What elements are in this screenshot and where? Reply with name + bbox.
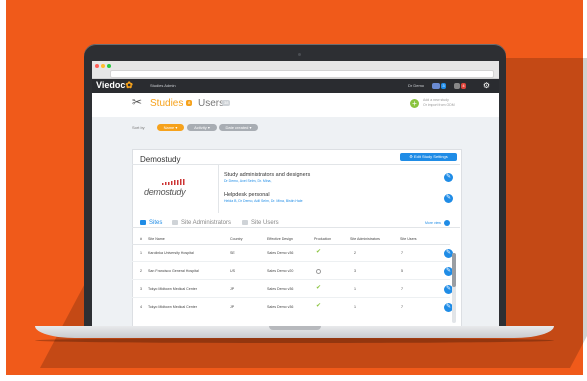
stage: Viedoc✿ Studies Admin Dr Demo 3 4 ⚙ ✂ St…: [0, 0, 587, 381]
row-admins: 1: [354, 287, 356, 291]
row-design: Sales Demo v36: [267, 305, 294, 309]
check-icon: ✔: [316, 249, 322, 255]
row-users: 7: [401, 251, 403, 255]
study-title: Demostudy: [140, 155, 181, 164]
edit-administrators-icon[interactable]: ✎: [444, 173, 453, 182]
section-administrators-names[interactable]: Dr Demo, Axel Selm, Dr. Mina,: [224, 179, 271, 183]
section-helpdesk-title: Helpdesk personal: [224, 192, 270, 198]
row-number: 4: [140, 305, 142, 309]
edit-study-settings-button[interactable]: ⚙ Edit Study Settings: [400, 153, 457, 161]
row-number: 3: [140, 287, 142, 291]
laptop-notch: [269, 326, 321, 330]
divider: [132, 244, 450, 245]
site-admins-icon: [172, 220, 178, 225]
bell-icon[interactable]: [454, 83, 460, 89]
maximize-dot-icon[interactable]: [107, 64, 111, 68]
row-number: 1: [140, 251, 142, 255]
check-icon: ✔: [316, 303, 322, 309]
row-site-name[interactable]: Karolinka University Hospital: [148, 251, 194, 255]
viedoc-logo[interactable]: Viedoc✿: [96, 80, 133, 91]
row-site-name[interactable]: Tokyo Midtown Medical Center: [148, 287, 197, 291]
row-site-name[interactable]: San Francisco General Hospital: [148, 269, 199, 273]
app-bar: Viedoc✿ Studies Admin Dr Demo 3 4 ⚙: [92, 79, 499, 93]
divider: [132, 297, 450, 298]
divider: [132, 261, 450, 262]
pending-icon: [316, 269, 321, 274]
tab-studies[interactable]: Studies 8: [150, 98, 193, 109]
row-users: 5: [401, 269, 403, 273]
tab-site-users[interactable]: Site Users: [242, 220, 279, 226]
row-country: JP: [230, 287, 235, 291]
divider: [132, 227, 460, 228]
row-users: 7: [401, 305, 403, 309]
check-icon: ✔: [316, 285, 322, 291]
row-country: US: [230, 269, 235, 273]
sort-activity-chip[interactable]: Activity ▾: [187, 124, 217, 131]
screen: Viedoc✿ Studies Admin Dr Demo 3 4 ⚙ ✂ St…: [92, 61, 499, 327]
add-study-text[interactable]: Add a new study Or import from ODM: [423, 98, 455, 107]
alerts-badge: 4: [461, 83, 466, 89]
row-admins: 1: [354, 305, 356, 309]
sort-date-chip[interactable]: Date created ▾: [219, 124, 258, 131]
tab-users[interactable]: Users: [198, 98, 224, 109]
section-administrators-title: Study administrators and designers: [224, 172, 311, 178]
sort-name-chip[interactable]: Name ▾: [157, 124, 184, 131]
browser-chrome: [92, 61, 499, 79]
col-country[interactable]: Country: [230, 237, 243, 241]
study-logo: demostudy: [144, 187, 186, 197]
divider: [132, 279, 450, 280]
row-design: Sales Demo v36: [267, 287, 294, 291]
row-site-name[interactable]: Tokyo Midtown Medical Center: [148, 305, 197, 309]
laptop-base-shadow: [35, 338, 554, 343]
close-dot-icon[interactable]: [95, 64, 99, 68]
col-site-administrators[interactable]: Site Administrators: [350, 237, 380, 241]
pin-icon: ✿: [125, 80, 133, 90]
edit-helpdesk-icon[interactable]: ✎: [444, 194, 453, 203]
col-effective-design[interactable]: Effective Design: [267, 237, 293, 241]
demostudy-bars-icon: [162, 179, 185, 185]
row-users: 7: [401, 287, 403, 291]
minimize-dot-icon[interactable]: [101, 64, 105, 68]
users-count: 38: [222, 100, 231, 106]
camera-icon: [298, 53, 301, 56]
sites-icon: [140, 220, 146, 225]
scrollbar-thumb[interactable]: [452, 253, 456, 287]
tab-site-administrators[interactable]: Site Administrators: [172, 220, 231, 226]
section-helpdesk-names[interactable]: Helda B, Dr Demo, Adil Selm, Dr. Mina, B…: [224, 199, 303, 203]
col-site-name[interactable]: Site Name: [148, 237, 165, 241]
app-name: Studies Admin: [150, 83, 176, 88]
row-design: Sales Demo v20: [267, 269, 294, 273]
user-name[interactable]: Dr Demo: [408, 83, 424, 88]
divider: [132, 164, 460, 165]
row-country: JP: [230, 305, 235, 309]
row-country: SE: [230, 251, 235, 255]
sort-label: Sort by: [132, 125, 145, 130]
messages-icon[interactable]: [432, 83, 440, 89]
address-bar[interactable]: [110, 70, 494, 78]
divider: [218, 165, 219, 213]
col-number: #: [140, 237, 142, 241]
site-users-icon: [242, 220, 248, 225]
col-site-users[interactable]: Site Users: [400, 237, 417, 241]
add-study-button[interactable]: +: [410, 99, 419, 108]
row-admins: 3: [354, 269, 356, 273]
studies-count: 8: [186, 100, 193, 106]
row-admins: 2: [354, 251, 356, 255]
tab-sites[interactable]: Sites: [140, 220, 162, 226]
gear-icon[interactable]: ⚙: [482, 81, 491, 90]
row-number: 2: [140, 269, 142, 273]
messages-badge: 3: [441, 83, 446, 89]
more-view-icon[interactable]: [444, 220, 450, 226]
row-design: Sales Demo v36: [267, 251, 294, 255]
more-view-link[interactable]: More view: [425, 221, 441, 225]
tools-icon: ✂: [132, 95, 143, 109]
col-production[interactable]: Production: [314, 237, 331, 241]
